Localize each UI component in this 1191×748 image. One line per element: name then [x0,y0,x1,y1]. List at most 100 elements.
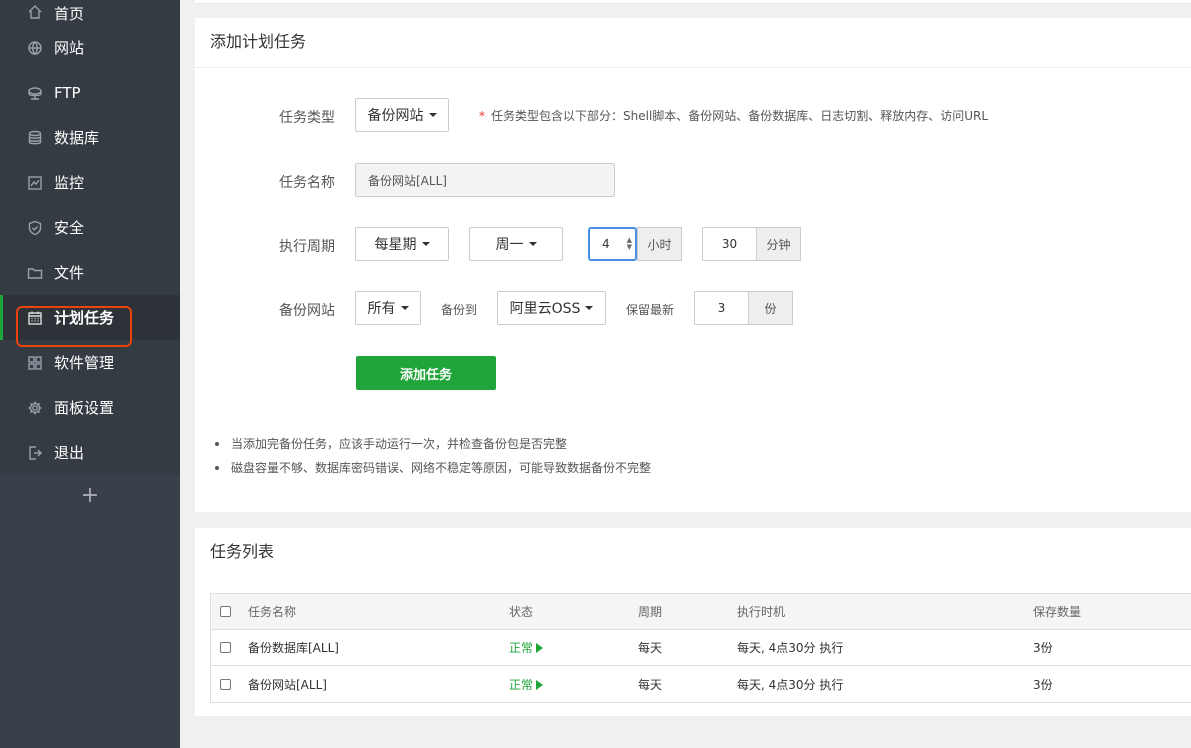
hour-value: 4 [602,237,610,251]
sidebar-item-monitor[interactable]: 监控 [0,160,180,205]
add-sidebar-item-button[interactable]: + [0,475,180,515]
sidebar-item-security[interactable]: 安全 [0,205,180,250]
column-header: 保存数量 [1033,605,1082,619]
sidebar-item-website[interactable]: 网站 [0,25,180,70]
monitor-icon [26,174,44,192]
cycle-select[interactable]: 每星期 [355,227,449,261]
sidebar-item-label: 监控 [54,174,85,192]
shield-icon [26,219,44,237]
task-name-cell: 备份数据库[ALL] [248,641,339,655]
sidebar-item-label: 文件 [54,264,85,282]
required-star: * [479,109,485,123]
add-task-panel: 添加计划任务 任务类型 备份网站 * 任务类型包含以下部分：Shell脚本、备份网… [195,18,1191,512]
backup-to-label: 备份到 [441,303,478,317]
task-table: 任务名称 状态 周期 执行时机 保存数量 备份数据库[ALL] 正常 每天 每天… [210,593,1191,703]
backup-to-select[interactable]: 阿里云OSS [497,291,606,325]
sidebar-item-label: FTP [54,83,81,102]
row-checkbox[interactable] [220,678,231,690]
sidebar: 首页 网站 FTP 数据库 监控 安全 文件 计划任务 软件管理 面板设置 退出… [0,0,180,748]
chevron-down-icon [585,306,594,310]
sidebar-item-label: 软件管理 [54,354,115,372]
status-toggle[interactable]: 正常 [509,676,544,693]
chevron-down-icon [400,306,409,310]
table-row: 备份网站[ALL] 正常 每天 每天, 4点30分 执行 3份 [211,666,1191,702]
minute-unit: 分钟 [756,227,801,261]
sidebar-item-label: 首页 [54,5,85,23]
backup-site-label: 备份网站 [279,303,335,319]
sidebar-item-database[interactable]: 数据库 [0,115,180,160]
column-header: 状态 [509,605,534,619]
database-icon [26,129,44,147]
sidebar-item-label: 网站 [54,39,85,57]
table-row: 备份数据库[ALL] 正常 每天 每天, 4点30分 执行 3份 [211,630,1191,666]
sidebar-item-settings[interactable]: 面板设置 [0,385,180,430]
home-icon [26,3,44,21]
globe-icon [26,39,44,57]
folder-icon [26,264,44,282]
column-header: 执行时机 [737,605,786,619]
sidebar-item-files[interactable]: 文件 [0,250,180,295]
sidebar-item-logout[interactable]: 退出 [0,430,180,475]
spinner-icon[interactable]: ▲ ▼ [627,237,632,251]
gear-icon [26,399,44,417]
keep-unit: 份 [748,291,793,325]
chevron-down-icon [428,113,437,117]
sidebar-item-label: 计划任务 [54,309,115,327]
task-type-select[interactable]: 备份网站 [355,98,449,132]
sidebar-item-label: 退出 [54,444,85,462]
task-name-field[interactable]: 备份网站[ALL] [355,163,615,197]
task-type-hint: * 任务类型包含以下部分：Shell脚本、备份网站、备份数据库、日志切割、释放内存… [479,107,988,124]
sidebar-item-label: 数据库 [54,129,100,147]
cycle-cell: 每天 [638,677,663,692]
status-text: 正常 [509,677,534,692]
play-icon [536,679,544,690]
backup-site-value: 所有 [367,301,396,317]
minute-input[interactable]: 30 [702,227,757,261]
status-toggle[interactable]: 正常 [509,639,544,656]
notes-list: 当添加完备份任务，应该手动运行一次，并检查备份包是否完整 磁盘容量不够、数据库密… [215,432,651,480]
hour-unit: 小时 [637,227,682,261]
weekday-value: 周一 [495,237,524,253]
sidebar-item-ftp[interactable]: FTP [0,70,180,115]
chevron-down-icon [421,242,430,246]
calendar-icon [26,309,44,327]
backup-to-value: 阿里云OSS [509,301,581,317]
keep-cell: 3份 [1033,677,1053,692]
sidebar-item-software[interactable]: 软件管理 [0,340,180,385]
select-all-checkbox[interactable] [220,606,231,617]
row-checkbox[interactable] [220,642,231,653]
backup-site-select[interactable]: 所有 [355,291,421,325]
keep-label: 保留最新 [626,303,675,317]
sidebar-item-home[interactable]: 首页 [0,0,180,25]
minute-value: 30 [721,237,738,251]
table-header: 任务名称 状态 周期 执行时机 保存数量 [211,594,1191,630]
sidebar-item-cron[interactable]: 计划任务 [0,295,180,340]
task-name-cell: 备份网站[ALL] [248,677,327,692]
task-list-title: 任务列表 [210,542,275,561]
ftp-icon [26,84,44,102]
task-name-label: 任务名称 [279,175,335,191]
note-item: 当添加完备份任务，应该手动运行一次，并检查备份包是否完整 [215,432,651,456]
sidebar-item-label: 面板设置 [54,399,115,417]
task-name-value: 备份网站[ALL] [368,173,447,188]
column-header: 任务名称 [248,605,297,619]
keep-value: 3 [717,301,726,315]
add-task-button[interactable]: 添加任务 [356,356,496,390]
task-type-hint-text: 任务类型包含以下部分：Shell脚本、备份网站、备份数据库、日志切割、释放内存、… [491,109,989,123]
keep-input[interactable]: 3 [694,291,749,325]
note-item: 磁盘容量不够、数据库密码错误、网络不稳定等原因，可能导致数据备份不完整 [215,456,651,480]
status-text: 正常 [509,641,534,655]
task-type-label: 任务类型 [279,110,335,126]
task-list-panel: 任务列表 任务名称 状态 周期 执行时机 保存数量 备份数据库[ALL] 正常 … [195,528,1191,716]
column-header: 周期 [638,605,663,619]
task-type-value: 备份网站 [367,108,424,124]
sidebar-nav: 首页 网站 FTP 数据库 监控 安全 文件 计划任务 软件管理 面板设置 退出 [0,0,180,475]
play-icon [536,643,544,653]
hour-input[interactable]: 4 ▲ ▼ [588,227,637,261]
logout-icon [26,444,44,462]
cycle-value: 每星期 [374,237,417,253]
top-strip [195,0,1191,4]
weekday-select[interactable]: 周一 [469,227,563,261]
timing-cell: 每天, 4点30分 执行 [737,641,844,655]
timing-cell: 每天, 4点30分 执行 [737,677,844,692]
